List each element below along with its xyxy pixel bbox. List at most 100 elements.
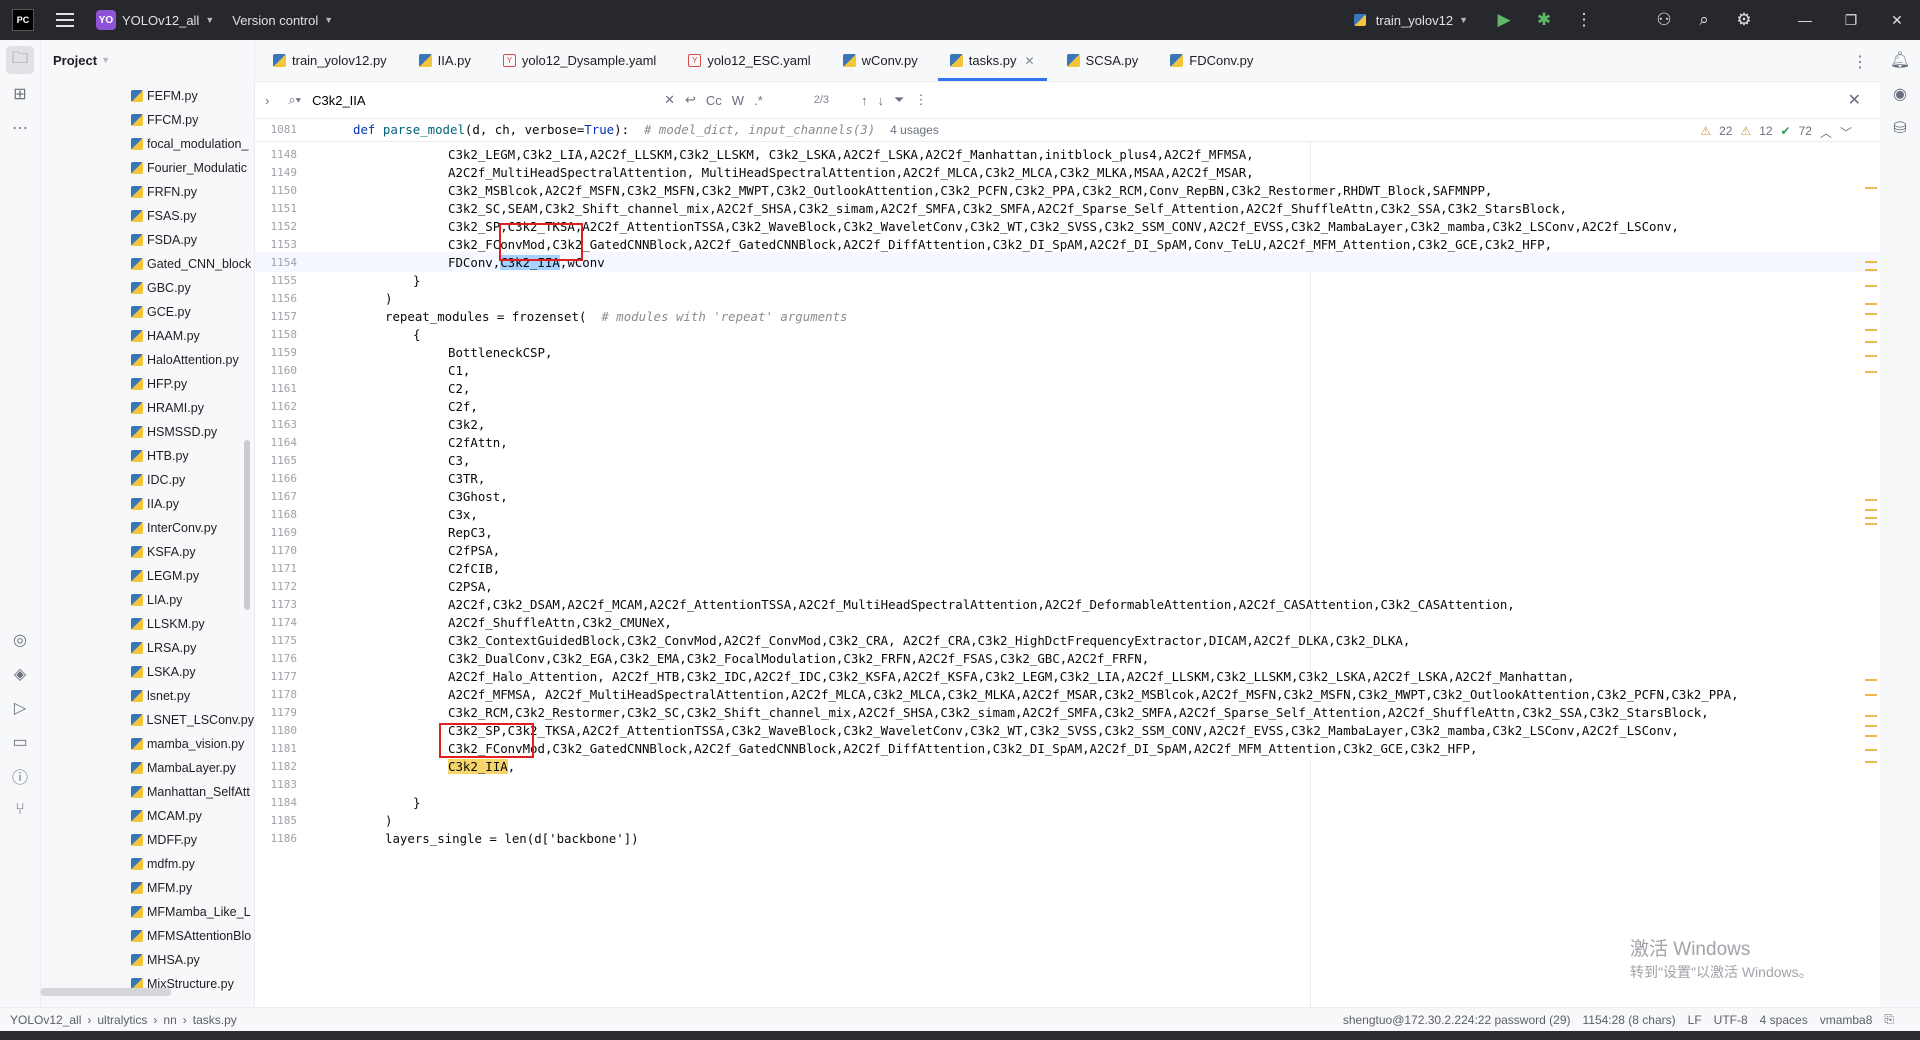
- tree-item-file[interactable]: LSKA.py: [41, 660, 254, 684]
- code-line[interactable]: RepC3,: [448, 525, 493, 540]
- code-line[interactable]: ): [385, 291, 392, 306]
- tree-item-file[interactable]: focal_modulation_: [41, 132, 254, 156]
- previous-highlight-icon[interactable]: ︿: [1820, 124, 1832, 141]
- tree-item-file[interactable]: MFMamba_Like_L: [41, 900, 254, 924]
- code-line[interactable]: C2PSA,: [448, 579, 493, 594]
- regex-toggle[interactable]: .*: [754, 93, 763, 108]
- scroll-marker[interactable]: [1865, 303, 1877, 305]
- tree-item-file[interactable]: lsnet.py: [41, 684, 254, 708]
- scroll-marker[interactable]: [1865, 679, 1877, 681]
- scroll-marker[interactable]: [1865, 523, 1877, 525]
- database-icon[interactable]: ⛁: [1886, 114, 1914, 142]
- previous-match-icon[interactable]: ↑: [861, 93, 868, 108]
- restore-button[interactable]: ❐: [1828, 0, 1874, 40]
- sticky-line[interactable]: 1081 def parse_model(d, ch, verbose=True…: [255, 119, 1880, 142]
- tree-item-file[interactable]: Manhattan_SelfAtt: [41, 780, 254, 804]
- code-line[interactable]: C3k2_FConvMod,C3k2_GatedCNNBlock,A2C2f_G…: [448, 237, 1552, 252]
- tree-item-file[interactable]: KSFA.py: [41, 540, 254, 564]
- code-line[interactable]: C3k2_RCM,C3k2_Restormer,C3k2_SC,C3k2_Shi…: [448, 705, 1709, 720]
- code-line[interactable]: C3Ghost,: [448, 489, 508, 504]
- tree-item-file[interactable]: MambaLayer.py: [41, 756, 254, 780]
- tree-item-file[interactable]: HAAM.py: [41, 324, 254, 348]
- scroll-marker[interactable]: [1865, 509, 1877, 511]
- tree-item-file[interactable]: IDC.py: [41, 468, 254, 492]
- search-icon[interactable]: ⌕: [1684, 0, 1724, 40]
- tab-tasks-py[interactable]: tasks.py ✕: [937, 40, 1047, 81]
- tree-item-file[interactable]: HTB.py: [41, 444, 254, 468]
- find-input[interactable]: [310, 91, 660, 109]
- tab-wconv-py[interactable]: wConv.py: [831, 40, 930, 81]
- code-line[interactable]: {: [413, 327, 420, 342]
- clear-search-icon[interactable]: ✕: [664, 92, 675, 108]
- scroll-marker[interactable]: [1865, 341, 1877, 343]
- code-line[interactable]: C2,: [448, 381, 470, 396]
- file-encoding[interactable]: UTF-8: [1714, 1013, 1748, 1027]
- code-line[interactable]: ): [385, 813, 392, 828]
- scroll-marker[interactable]: [1865, 749, 1877, 751]
- ai-assistant-icon[interactable]: ◉: [1886, 80, 1914, 108]
- vcs-menu[interactable]: Version control ▼: [232, 13, 333, 28]
- tree-item-file[interactable]: LRSA.py: [41, 636, 254, 660]
- scroll-marker[interactable]: [1865, 329, 1877, 331]
- breadcrumb-item[interactable]: ultralytics: [97, 1013, 147, 1027]
- scroll-marker[interactable]: [1865, 285, 1877, 287]
- code-line[interactable]: A2C2f,C3k2_DSAM,A2C2f_MCAM,A2C2f_Attenti…: [448, 597, 1515, 612]
- code-line[interactable]: }: [413, 273, 420, 288]
- caret-position[interactable]: 1154:28 (8 chars): [1582, 1013, 1675, 1027]
- python-packages-icon[interactable]: ◎: [6, 626, 34, 654]
- code-line[interactable]: C3k2_DualConv,C3k2_EGA,C3k2_EMA,C3k2_Foc…: [448, 651, 1149, 666]
- code-line[interactable]: A2C2f_MultiHeadSpectralAttention, MultiH…: [448, 165, 1254, 180]
- code-line[interactable]: C1,: [448, 363, 470, 378]
- project-panel-header[interactable]: Project ▼: [41, 40, 254, 80]
- tree-item-file[interactable]: HRAMI.py: [41, 396, 254, 420]
- add-user-icon[interactable]: ⚇: [1644, 0, 1684, 40]
- code-line[interactable]: C3k2_IIA,: [448, 759, 515, 774]
- filter-icon[interactable]: ⏷: [894, 92, 904, 108]
- inspection-widget[interactable]: ⚠ 22 ⚠ 12 ✔ 72 ︿ ﹀: [1700, 124, 1852, 141]
- collapse-replace-icon[interactable]: ›: [265, 93, 269, 108]
- tree-item-file[interactable]: MHSA.py: [41, 948, 254, 972]
- breadcrumb-item[interactable]: tasks.py: [193, 1013, 237, 1027]
- git-icon[interactable]: ⑂: [6, 796, 34, 824]
- next-highlight-icon[interactable]: ﹀: [1840, 124, 1852, 141]
- project-switcher[interactable]: YO YOLOv12_all ▼: [96, 10, 214, 30]
- code-line[interactable]: C3k2,: [448, 417, 485, 432]
- tree-item-file[interactable]: FSAS.py: [41, 204, 254, 228]
- tree-item-file[interactable]: MFMSAttentionBlo: [41, 924, 254, 948]
- find-options-icon[interactable]: ⋮: [914, 92, 927, 108]
- scroll-marker[interactable]: [1865, 261, 1877, 263]
- tree-item-file[interactable]: FRFN.py: [41, 180, 254, 204]
- tree-item-file[interactable]: HFP.py: [41, 372, 254, 396]
- tab-more-icon[interactable]: ⋮: [1852, 52, 1868, 72]
- newline-icon[interactable]: ↩: [685, 92, 696, 108]
- tree-item-file[interactable]: MCAM.py: [41, 804, 254, 828]
- tree-item-file[interactable]: MDFF.py: [41, 828, 254, 852]
- code-line[interactable]: C3TR,: [448, 471, 485, 486]
- python-interpreter[interactable]: vmamba8: [1820, 1013, 1873, 1027]
- breadcrumb-item[interactable]: nn: [163, 1013, 176, 1027]
- scroll-marker[interactable]: [1865, 371, 1877, 373]
- scroll-marker[interactable]: [1865, 517, 1877, 519]
- indent-setting[interactable]: 4 spaces: [1760, 1013, 1808, 1027]
- tree-scrollbar[interactable]: [244, 440, 250, 610]
- run-config-selector[interactable]: train_yolov12 ▼: [1353, 13, 1468, 28]
- code-line[interactable]: C3k2_ContextGuidedBlock,C3k2_ConvMod,A2C…: [448, 633, 1410, 648]
- tree-item-file[interactable]: InterConv.py: [41, 516, 254, 540]
- code-line[interactable]: A2C2f_MFMSA, A2C2f_MultiHeadSpectralAtte…: [448, 687, 1739, 702]
- breadcrumb-item[interactable]: YOLOv12_all: [10, 1013, 81, 1027]
- code-line[interactable]: C2f,: [448, 399, 478, 414]
- code-line[interactable]: A2C2f_Halo_Attention, A2C2f_HTB,C3k2_IDC…: [448, 669, 1574, 684]
- tree-item-file[interactable]: Gated_CNN_block: [41, 252, 254, 276]
- tab-train-yolov12-py[interactable]: train_yolov12.py: [261, 40, 399, 81]
- tree-item-file[interactable]: IIA.py: [41, 492, 254, 516]
- match-case-toggle[interactable]: Cc: [706, 93, 722, 108]
- code-line[interactable]: repeat_modules = frozenset( # modules wi…: [385, 309, 848, 324]
- usages-link[interactable]: 4 usages: [890, 123, 939, 137]
- code-line[interactable]: BottleneckCSP,: [448, 345, 552, 360]
- code-line[interactable]: C3x,: [448, 507, 478, 522]
- code-line[interactable]: C3k2_LEGM,C3k2_LIA,A2C2f_LLSKM,C3k2_LLSK…: [448, 147, 1254, 162]
- code-line[interactable]: C3k2_MSBlcok,A2C2f_MSFN,C3k2_MSFN,C3k2_M…: [448, 183, 1492, 198]
- tree-item-file[interactable]: mdfm.py: [41, 852, 254, 876]
- whole-words-toggle[interactable]: W: [732, 93, 744, 108]
- scroll-marker[interactable]: [1865, 761, 1877, 763]
